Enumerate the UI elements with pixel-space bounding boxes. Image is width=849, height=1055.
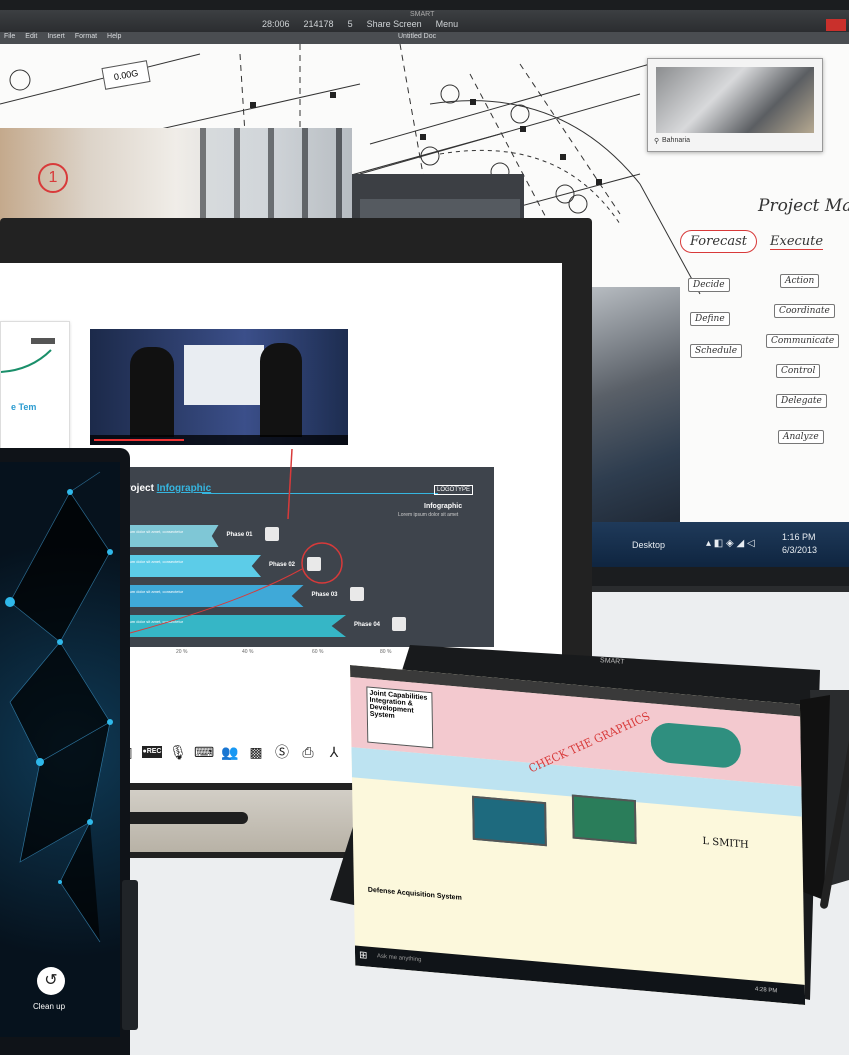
network-graphic	[5, 471, 113, 943]
right-node-1: Coordinate	[774, 304, 835, 318]
map-popup[interactable]: ⚲ Bahnaria	[647, 58, 823, 152]
doc-title: Untitled Doc	[398, 33, 437, 40]
execute-label[interactable]: Execute	[770, 234, 824, 250]
cleanup-label[interactable]: Clean up	[33, 1002, 65, 1011]
taskbar-date[interactable]: 6/3/2013	[782, 545, 817, 555]
map-bottom-label: Defense Acquisition System	[367, 886, 462, 902]
right-node-5: Analyze	[778, 430, 824, 444]
close-icon[interactable]	[826, 19, 846, 31]
signature: L SMITH	[702, 835, 749, 851]
back-menubar: File Edit Insert Format Help Untitled Do…	[0, 32, 849, 44]
skype-icon[interactable]: Ⓢ	[272, 742, 292, 762]
toolbar-share-screen[interactable]: Share Screen	[367, 19, 422, 29]
right-node-3: Control	[776, 364, 821, 378]
pen-display: SMART Joint Capabilities Integration & D…	[320, 640, 849, 1020]
window-title: SMART	[410, 11, 435, 18]
toolbar-item-users[interactable]: 5	[348, 19, 353, 29]
process-node[interactable]	[571, 794, 637, 845]
auditorium-photo[interactable]	[592, 287, 680, 537]
windows-start-icon[interactable]: ⊞	[359, 950, 368, 962]
cleanup-icon[interactable]: ↺	[37, 967, 65, 995]
back-window-titlebar: SMART 28:006 214178 5 Share Screen Menu	[0, 10, 849, 32]
laptop-clock[interactable]: 4:28 PM	[755, 987, 777, 995]
tablet-side-buttons[interactable]	[122, 880, 138, 1030]
left-node-0: Decide	[688, 278, 730, 292]
tablet-screen[interactable]: ↺ Clean up	[0, 462, 120, 1037]
taskbar-time[interactable]: 1:16 PM	[782, 532, 816, 542]
left-node-1: Define	[690, 312, 730, 326]
pen-display-screen[interactable]: Joint Capabilities Integration & Develop…	[350, 665, 806, 1005]
map-pin-label: Bahnaria	[662, 137, 691, 144]
menu-insert[interactable]: Insert	[47, 33, 65, 40]
right-node-0: Action	[780, 274, 820, 288]
toolbar-item-id[interactable]: 214178	[304, 19, 334, 29]
project-heading: Project Ma	[758, 196, 849, 216]
print-icon[interactable]: ⎙	[298, 742, 318, 762]
record-icon[interactable]: ●REC	[142, 746, 162, 758]
photo-marker: 1	[38, 163, 68, 193]
forecast-bubble[interactable]: Forecast	[680, 230, 757, 253]
taskbar-desktop[interactable]: Desktop	[632, 540, 665, 550]
menu-edit[interactable]: Edit	[25, 33, 37, 40]
menu-file[interactable]: File	[4, 33, 15, 40]
stylus-pen[interactable]	[118, 812, 248, 824]
toolbar-item-sessions[interactable]: 28:006	[262, 19, 290, 29]
tray-icons[interactable]: ▴ ◧ ◈ ◢ ◁	[706, 538, 755, 549]
screen-capture-icon[interactable]: ▩	[246, 742, 266, 762]
process-node[interactable]	[472, 795, 547, 847]
keyboard-icon[interactable]: ⌨	[194, 742, 214, 762]
menu-help[interactable]: Help	[107, 33, 121, 40]
map-title: Joint Capabilities Integration & Develop…	[366, 686, 434, 749]
users-icon[interactable]: 👥	[220, 742, 240, 762]
pin-icon: ⚲	[654, 138, 660, 145]
microphone-icon[interactable]: 🎙	[168, 742, 188, 762]
toolbar-menu[interactable]: Menu	[436, 19, 459, 29]
cortana-search[interactable]: Ask me anything	[377, 953, 421, 963]
windows-taskbar: Desktop ▴ ◧ ◈ ◢ ◁ 1:16 PM 6/3/2013	[590, 522, 849, 567]
right-node-4: Delegate	[776, 394, 827, 408]
right-node-2: Communicate	[766, 334, 840, 348]
menu-format[interactable]: Format	[75, 33, 97, 40]
left-node-2: Schedule	[690, 344, 743, 358]
popup-photo	[656, 67, 814, 133]
